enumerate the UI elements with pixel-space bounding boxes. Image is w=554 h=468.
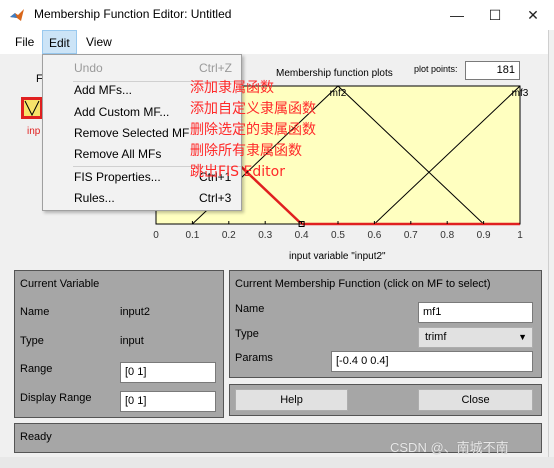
x-tick-label: 0.4	[295, 230, 309, 241]
mf-params-label: Params	[235, 352, 273, 364]
close-button[interactable]: Close	[418, 389, 533, 411]
range-input[interactable]: [0 1]	[120, 362, 216, 383]
mf-name-label: Name	[235, 303, 265, 315]
range-label: Range	[20, 363, 53, 375]
annotation-remove-all-mfs: 删除所有隶属函数	[190, 143, 302, 159]
mf-type-label: Type	[235, 328, 259, 340]
annotation-add-custom-mf: 添加自定义隶属函数	[190, 101, 316, 117]
close-window-button[interactable]: ✕	[514, 0, 552, 30]
x-tick-label: 0.2	[222, 230, 236, 241]
x-tick-label: 0.3	[258, 230, 272, 241]
menu-item-label: Add MFs...	[74, 83, 133, 97]
menu-file[interactable]: File	[9, 30, 40, 54]
x-tick-label: 0.7	[404, 230, 418, 241]
mf-params-input[interactable]: [-0.4 0 0.4]	[331, 351, 533, 372]
x-tick-label: 0.8	[440, 230, 454, 241]
annotation-exit-to-fis-editor: 跳出FIS Editor	[190, 164, 285, 180]
plot-points-label: plot points:	[414, 64, 458, 74]
current-mf-title: Current Membership Function (click on MF…	[235, 278, 491, 290]
menu-item-label: Add Custom MF...	[74, 105, 170, 119]
input-variable-block[interactable]	[21, 97, 43, 119]
menu-item-shortcut: Ctrl+3	[199, 191, 232, 205]
menu-item-label: Remove Selected MF	[74, 126, 190, 140]
variable-type-value: input	[120, 335, 144, 347]
annotation-add-mf: 添加隶属函数	[190, 80, 274, 96]
annotation-remove-selected-mf: 删除选定的隶属函数	[190, 122, 316, 138]
display-range-input[interactable]: [0 1]	[120, 391, 216, 412]
minimize-button[interactable]: —	[438, 0, 476, 30]
menu-edit[interactable]: Edit	[42, 30, 77, 54]
mf-name-input[interactable]: mf1	[418, 302, 533, 323]
menu-view[interactable]: View	[80, 30, 118, 54]
menu-item-label: Remove All MFs	[74, 147, 162, 161]
x-tick-label: 0.5	[331, 230, 345, 241]
watermark: CSDN @、南城不南	[390, 440, 509, 455]
menu-item-undo[interactable]: Undo Ctrl+Z	[43, 58, 243, 79]
input-variable-label: inp	[27, 126, 41, 137]
mf-label-mf2: mf2	[330, 88, 347, 99]
mf-type-select[interactable]: trimf ▼	[418, 327, 533, 348]
x-tick-label: 0.6	[367, 230, 381, 241]
x-axis-label: input variable "input2"	[289, 251, 386, 262]
menu-item-label: FIS Properties...	[74, 170, 161, 184]
help-button[interactable]: Help	[235, 389, 348, 411]
window-border	[548, 30, 554, 468]
x-tick-label: 1	[517, 230, 523, 241]
variable-type-label: Type	[20, 335, 44, 347]
menu-item-label: Rules...	[74, 191, 115, 205]
chevron-down-icon: ▼	[518, 332, 527, 342]
mf-glyph-icon	[24, 100, 40, 117]
current-variable-title: Current Variable	[20, 278, 100, 290]
display-range-label: Display Range	[20, 392, 92, 404]
status-text: Ready	[20, 431, 52, 443]
mf-label-mf3: mf3	[512, 88, 529, 99]
taskbar-strip	[0, 457, 554, 468]
maximize-button[interactable]: ☐	[476, 0, 514, 30]
menu-item-label: Undo	[74, 61, 103, 75]
window-title: Membership Function Editor: Untitled	[34, 7, 232, 21]
menu-item-rules[interactable]: Rules... Ctrl+3	[43, 188, 243, 209]
menu-item-shortcut: Ctrl+Z	[199, 61, 232, 75]
variable-name-value: input2	[120, 306, 150, 318]
x-tick-label: 0.9	[477, 230, 491, 241]
matlab-icon	[10, 9, 24, 21]
mf-type-value: trimf	[425, 331, 447, 343]
x-tick-label: 0.1	[185, 230, 199, 241]
x-tick-label: 0	[153, 230, 159, 241]
variable-name-label: Name	[20, 306, 50, 318]
